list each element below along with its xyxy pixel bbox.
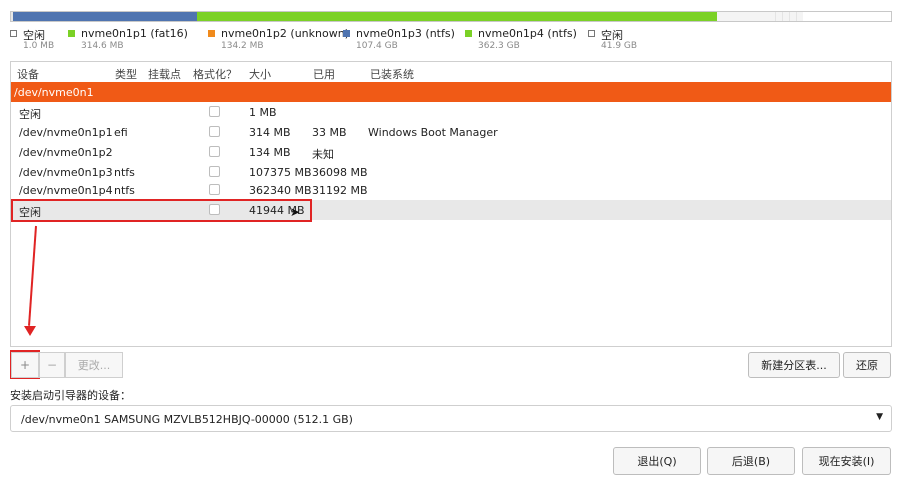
dropdown-arrow-icon: ▼ (876, 412, 883, 422)
row-used: 未知 (312, 148, 334, 161)
legend-swatch (10, 30, 17, 37)
row-used: 31192 MB (312, 184, 368, 197)
table-row[interactable]: /dev/nvme0n1p1 efi 314 MB 33 MB Windows … (11, 122, 891, 142)
row-size: 314 MB (249, 126, 291, 139)
row-system: Windows Boot Manager (368, 126, 498, 139)
device-row-label: /dev/nvme0n1 (14, 86, 94, 99)
partition-bar-segment (197, 12, 717, 21)
legend-size: 107.4 GB (356, 41, 398, 51)
add-partition-button[interactable]: + (11, 352, 39, 378)
bootloader-device-value: /dev/nvme0n1 SAMSUNG MZVLB512HBJQ-00000 … (21, 413, 353, 426)
header-device: 设备 (17, 68, 39, 81)
legend-name: nvme0n1p3 (ntfs) (356, 27, 455, 40)
row-used: 36098 MB (312, 166, 368, 179)
row-type: ntfs (114, 166, 135, 179)
format-checkbox[interactable] (209, 146, 220, 157)
legend-size: 1.0 MB (23, 41, 55, 51)
legend-swatch (68, 30, 75, 37)
format-checkbox[interactable] (209, 184, 220, 195)
header-mount: 挂载点 (148, 68, 181, 81)
legend-name: nvme0n1p1 (fat16) (81, 27, 188, 40)
row-device: /dev/nvme0n1p4 (19, 184, 113, 197)
change-partition-button[interactable]: 更改... (65, 352, 123, 378)
new-partition-table-button[interactable]: 新建分区表... (748, 352, 840, 378)
bootloader-label: 安装启动引导器的设备： (10, 389, 131, 402)
row-size: 362340 MB (249, 184, 312, 197)
annotation-arrow-head (24, 326, 36, 336)
legend-swatch (208, 30, 215, 37)
legend-name: nvme0n1p2 (unknown) (221, 27, 349, 40)
quit-button[interactable]: 退出(Q) (613, 447, 701, 475)
table-row[interactable]: /dev/nvme0n1p3 ntfs 107375 MB 36098 MB (11, 162, 891, 182)
row-device: /dev/nvme0n1p1 (19, 126, 113, 139)
row-type: ntfs (114, 184, 135, 197)
table-header: 设备 类型 挂载点 格式化？ 大小 已用 已装系统 (11, 62, 891, 82)
header-format: 格式化？ (193, 68, 237, 81)
table-row[interactable]: 空闲 1 MB (11, 102, 891, 122)
header-size: 大小 (249, 68, 271, 81)
remove-partition-button[interactable]: − (39, 352, 65, 378)
legend-swatch (588, 30, 595, 37)
row-device: /dev/nvme0n1p2 (19, 146, 113, 159)
legend-swatch (343, 30, 350, 37)
legend-size: 41.9 GB (601, 41, 638, 51)
header-used: 已用 (313, 68, 335, 81)
row-size: 1 MB (249, 106, 277, 119)
format-checkbox[interactable] (209, 126, 220, 137)
row-size: 107375 MB (249, 166, 312, 179)
back-button[interactable]: 后退(B) (707, 447, 795, 475)
partition-bar-segment (769, 12, 803, 21)
highlight-box-free-row (11, 199, 312, 222)
format-checkbox[interactable] (209, 166, 220, 177)
partition-usage-bar (10, 11, 892, 22)
bootloader-device-select[interactable]: /dev/nvme0n1 SAMSUNG MZVLB512HBJQ-00000 … (10, 405, 892, 432)
format-checkbox[interactable] (209, 106, 220, 117)
install-now-button[interactable]: 现在安装(I) (802, 447, 891, 475)
table-row[interactable]: /dev/nvme0n1p4 ntfs 362340 MB 31192 MB (11, 180, 891, 200)
legend-size: 362.3 GB (478, 41, 520, 51)
legend-name: nvme0n1p4 (ntfs) (478, 27, 577, 40)
device-row[interactable]: /dev/nvme0n1 (11, 82, 891, 102)
row-size: 134 MB (249, 146, 291, 159)
legend-size: 314.6 MB (81, 41, 124, 51)
partition-bar-segment (12, 12, 198, 21)
legend-size: 134.2 MB (221, 41, 264, 51)
revert-button[interactable]: 还原 (843, 352, 891, 378)
partition-bar-segment (716, 12, 770, 21)
legend-swatch (465, 30, 472, 37)
table-row[interactable]: /dev/nvme0n1p2 134 MB 未知 (11, 142, 891, 162)
row-device: /dev/nvme0n1p3 (19, 166, 113, 179)
row-device: 空闲 (19, 108, 41, 121)
row-used: 33 MB (312, 126, 347, 139)
row-type: efi (114, 126, 128, 139)
header-type: 类型 (115, 68, 137, 81)
header-system: 已装系统 (370, 68, 414, 81)
